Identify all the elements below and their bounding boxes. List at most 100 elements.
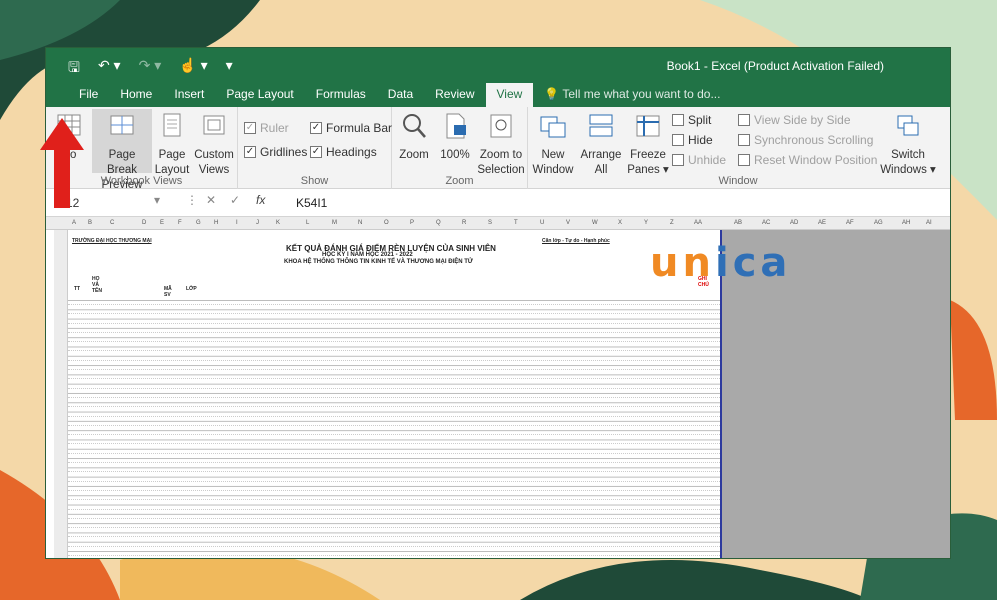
row-headers bbox=[54, 230, 68, 558]
reset-window-position-button[interactable]: Reset Window Position bbox=[738, 153, 877, 167]
hide-icon bbox=[672, 134, 684, 146]
table-row bbox=[68, 532, 720, 541]
redo-icon[interactable]: ↷ ▾ bbox=[139, 57, 162, 81]
zoom-to-selection-button[interactable]: Zoom to Selection bbox=[476, 111, 526, 178]
zoom-button[interactable]: Zoom bbox=[394, 111, 434, 163]
table-row bbox=[68, 374, 720, 383]
zoom-100-icon bbox=[446, 113, 466, 139]
table-row bbox=[68, 365, 720, 374]
quick-access-toolbar: 🖫 ↶ ▾ ↷ ▾ ☝ ▾ ▾ bbox=[68, 57, 233, 81]
table-row bbox=[68, 477, 720, 486]
window-title: Book1 - Excel (Product Activation Failed… bbox=[666, 59, 884, 73]
group-window: New Window Arrange All Freeze Panes ▾ Sp… bbox=[528, 107, 948, 189]
more-icon: ⋮ bbox=[186, 193, 198, 207]
side-by-side-icon bbox=[738, 114, 750, 126]
formula-bar-checkbox[interactable]: ✓ Formula Bar bbox=[310, 121, 392, 135]
split-icon bbox=[672, 114, 684, 126]
table-row bbox=[68, 393, 720, 402]
table-row bbox=[68, 542, 720, 551]
checkbox-icon: ✓ bbox=[244, 146, 256, 158]
data-rows bbox=[68, 300, 720, 558]
page-break-preview-button[interactable]: Page Break Preview bbox=[92, 109, 152, 191]
group-label-show: Show bbox=[300, 175, 329, 187]
sheet-subtitle-2: KHOA HỆ THỐNG THÔNG TIN KINH TẾ VÀ THƯƠN… bbox=[284, 259, 473, 265]
table-row bbox=[68, 551, 720, 558]
customize-qat-icon[interactable]: ▾ bbox=[226, 57, 233, 81]
tab-data[interactable]: Data bbox=[377, 83, 424, 107]
ribbon-tabs: File Home Insert Page Layout Formulas Da… bbox=[46, 83, 950, 107]
table-row bbox=[68, 514, 720, 523]
split-button[interactable]: Split bbox=[672, 113, 711, 127]
table-row bbox=[68, 402, 720, 411]
table-row bbox=[68, 421, 720, 430]
worksheet-area[interactable]: A B C D E F G H I J K L M N O P Q R S T U V W X Y Z AA AB AC AD AE AF AG… bbox=[46, 217, 950, 558]
group-label-zoom: Zoom bbox=[445, 175, 474, 187]
save-icon[interactable]: 🖫 bbox=[68, 57, 80, 81]
table-row bbox=[68, 412, 720, 421]
tab-page-layout[interactable]: Page Layout bbox=[215, 83, 304, 107]
freeze-panes-button[interactable]: Freeze Panes ▾ bbox=[626, 111, 670, 178]
formula-input[interactable]: K54I1 bbox=[296, 193, 327, 213]
title-bar: 🖫 ↶ ▾ ↷ ▾ ☝ ▾ ▾ Book1 - Excel (Product A… bbox=[46, 48, 950, 83]
unhide-button[interactable]: Unhide bbox=[672, 153, 726, 167]
table-row bbox=[68, 319, 720, 328]
table-row bbox=[68, 458, 720, 467]
namebox-dropdown-icon[interactable]: ▾ bbox=[154, 193, 160, 207]
arrange-all-icon bbox=[589, 114, 613, 137]
arrange-all-button[interactable]: Arrange All bbox=[578, 111, 624, 178]
zoom-100-button[interactable]: 100% bbox=[436, 111, 474, 163]
switch-windows-button[interactable]: Switch Windows ▾ bbox=[880, 111, 936, 178]
tab-view[interactable]: View bbox=[485, 83, 534, 107]
tab-review[interactable]: Review bbox=[424, 83, 485, 107]
group-show: ✓ Ruler ✓ Formula Bar ✓ Gridlines ✓ Headings… bbox=[238, 107, 392, 189]
school-name: TRƯỜNG ĐẠI HỌC THƯƠNG MẠI bbox=[72, 238, 152, 244]
new-window-button[interactable]: New Window bbox=[530, 111, 576, 178]
tell-me-search[interactable]: 💡 Tell me what you want to do... bbox=[533, 83, 731, 107]
table-row bbox=[68, 449, 720, 458]
table-row bbox=[68, 346, 720, 355]
table-row bbox=[68, 505, 720, 514]
undo-icon[interactable]: ↶ ▾ bbox=[98, 57, 121, 81]
table-row bbox=[68, 384, 720, 393]
table-row bbox=[68, 495, 720, 504]
tab-home[interactable]: Home bbox=[109, 83, 163, 107]
custom-views-icon bbox=[203, 115, 225, 135]
table-row bbox=[68, 523, 720, 532]
touch-mode-icon[interactable]: ☝ ▾ bbox=[179, 57, 207, 81]
sync-scroll-icon bbox=[738, 134, 750, 146]
gridlines-checkbox[interactable]: ✓ Gridlines bbox=[244, 145, 307, 159]
table-row bbox=[68, 439, 720, 448]
tab-formulas[interactable]: Formulas bbox=[305, 83, 377, 107]
lightbulb-icon: 💡 bbox=[544, 87, 563, 101]
custom-views-button[interactable]: Custom Views bbox=[192, 111, 236, 178]
table-row bbox=[68, 328, 720, 337]
table-row bbox=[68, 467, 720, 476]
ruler-checkbox[interactable]: ✓ Ruler bbox=[244, 121, 289, 135]
magnifier-icon bbox=[403, 114, 426, 138]
unica-logo: unicaunica bbox=[650, 240, 792, 286]
checkbox-icon: ✓ bbox=[310, 146, 322, 158]
tab-file[interactable]: File bbox=[68, 83, 109, 107]
hide-button[interactable]: Hide bbox=[672, 133, 713, 147]
sheet-subtitle: HỌC KỲ I NĂM HỌC 2021 - 2022 bbox=[322, 252, 413, 258]
page-layout-view-button[interactable]: Page Layout bbox=[152, 111, 192, 178]
new-window-icon bbox=[540, 116, 566, 138]
synchronous-scrolling-button[interactable]: Synchronous Scrolling bbox=[738, 133, 873, 147]
checkbox-icon: ✓ bbox=[244, 122, 256, 134]
freeze-panes-icon bbox=[636, 115, 660, 137]
checkbox-icon: ✓ bbox=[310, 122, 322, 134]
table-row bbox=[68, 337, 720, 346]
switch-windows-icon bbox=[897, 115, 919, 136]
table-row bbox=[68, 300, 720, 309]
table-row bbox=[68, 309, 720, 318]
enter-icon[interactable]: ✓ bbox=[230, 193, 240, 207]
right-header-note: Căn lớp - Tự do - Hạnh phúc bbox=[542, 238, 610, 244]
insert-function-icon[interactable]: fx bbox=[256, 193, 265, 207]
view-side-by-side-button[interactable]: View Side by Side bbox=[738, 113, 851, 127]
cancel-icon[interactable]: ✕ bbox=[206, 193, 216, 207]
headings-checkbox[interactable]: ✓ Headings bbox=[310, 145, 377, 159]
tab-insert[interactable]: Insert bbox=[163, 83, 215, 107]
group-zoom: Zoom 100% Zoom to Selection Zoom bbox=[392, 107, 528, 189]
unhide-icon bbox=[672, 154, 684, 166]
table-row bbox=[68, 486, 720, 495]
